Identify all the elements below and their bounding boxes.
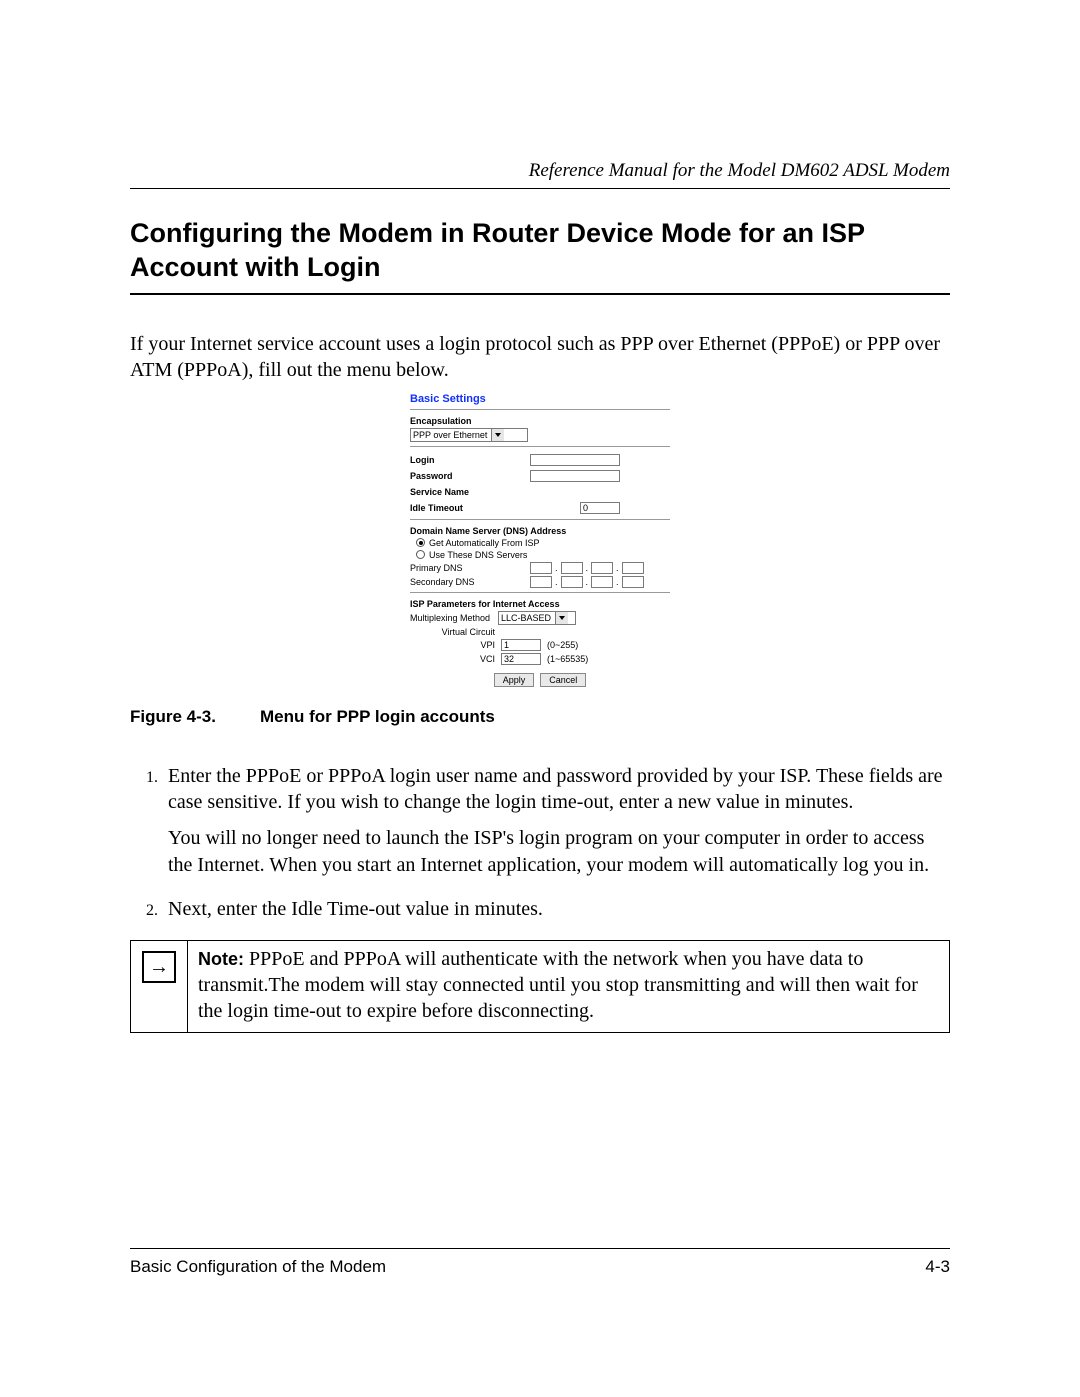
- vpi-input[interactable]: 1: [501, 639, 541, 651]
- mux-label: Multiplexing Method: [410, 613, 498, 623]
- password-input[interactable]: [530, 470, 620, 482]
- note-box: → Note: PPPoE and PPPoA will authenticat…: [130, 940, 950, 1033]
- login-label: Login: [410, 455, 530, 465]
- figure-title: Menu for PPP login accounts: [260, 707, 495, 726]
- note-icon-cell: →: [131, 941, 188, 1032]
- divider: [410, 519, 670, 520]
- password-label: Password: [410, 471, 530, 481]
- idle-timeout-label: Idle Timeout: [410, 503, 530, 513]
- secondary-dns-input[interactable]: . . .: [530, 576, 644, 588]
- section-heading: Configuring the Modem in Router Device M…: [130, 217, 950, 285]
- step-2-text: Next, enter the Idle Time-out value in m…: [168, 898, 543, 920]
- note-text: Note: PPPoE and PPPoA will authenticate …: [188, 941, 949, 1032]
- note-label: Note:: [198, 949, 244, 969]
- encapsulation-label: Encapsulation: [410, 416, 670, 426]
- step-1-text-b: You will no longer need to launch the IS…: [168, 825, 950, 878]
- section-rule: [130, 293, 950, 295]
- isp-params-heading: ISP Parameters for Internet Access: [410, 599, 670, 609]
- chevron-down-icon: [491, 429, 504, 441]
- mux-value: LLC-BASED: [501, 613, 551, 623]
- encapsulation-value: PPP over Ethernet: [413, 430, 487, 440]
- divider: [410, 592, 670, 593]
- arrow-right-icon: →: [142, 951, 176, 983]
- divider: [410, 446, 670, 447]
- secondary-dns-label: Secondary DNS: [410, 577, 530, 587]
- footer-rule: [130, 1248, 950, 1249]
- dns-auto-option[interactable]: Get Automatically From ISP: [416, 538, 670, 548]
- login-input[interactable]: [530, 454, 620, 466]
- service-name-label: Service Name: [410, 487, 530, 497]
- encapsulation-select[interactable]: PPP over Ethernet: [410, 428, 528, 442]
- virtual-circuit-label: Virtual Circuit: [410, 627, 501, 637]
- divider: [410, 409, 670, 410]
- header-rule: [130, 188, 950, 189]
- dns-heading: Domain Name Server (DNS) Address: [410, 526, 670, 536]
- running-head: Reference Manual for the Model DM602 ADS…: [130, 160, 950, 182]
- vpi-hint: (0~255): [547, 640, 578, 650]
- radio-icon: [416, 538, 425, 547]
- step-1-text-a: Enter the PPPoE or PPPoA login user name…: [168, 765, 943, 813]
- cancel-button[interactable]: Cancel: [540, 673, 586, 687]
- dns-auto-label: Get Automatically From ISP: [429, 538, 540, 548]
- intro-paragraph: If your Internet service account uses a …: [130, 331, 950, 383]
- step-2: Next, enter the Idle Time-out value in m…: [162, 896, 950, 922]
- primary-dns-label: Primary DNS: [410, 563, 530, 573]
- figure-caption: Figure 4-3. Menu for PPP login accounts: [130, 707, 950, 727]
- idle-timeout-input[interactable]: 0: [580, 502, 620, 514]
- dns-manual-option[interactable]: Use These DNS Servers: [416, 550, 670, 560]
- steps-list: Enter the PPPoE or PPPoA login user name…: [130, 763, 950, 923]
- vci-hint: (1~65535): [547, 654, 588, 664]
- vci-label: VCI: [410, 654, 501, 664]
- chevron-down-icon: [555, 612, 568, 624]
- dns-manual-label: Use These DNS Servers: [429, 550, 527, 560]
- footer-left: Basic Configuration of the Modem: [130, 1257, 386, 1277]
- page-footer: Basic Configuration of the Modem 4-3: [130, 1248, 950, 1277]
- vpi-label: VPI: [410, 640, 501, 650]
- apply-button[interactable]: Apply: [494, 673, 535, 687]
- footer-right: 4-3: [925, 1257, 950, 1277]
- figure-number: Figure 4-3.: [130, 707, 216, 726]
- settings-title: Basic Settings: [410, 393, 670, 405]
- primary-dns-input[interactable]: . . .: [530, 562, 644, 574]
- step-1: Enter the PPPoE or PPPoA login user name…: [162, 763, 950, 879]
- mux-select[interactable]: LLC-BASED: [498, 611, 576, 625]
- radio-icon: [416, 550, 425, 559]
- manual-page: Reference Manual for the Model DM602 ADS…: [0, 0, 1080, 1397]
- basic-settings-figure: Basic Settings Encapsulation PPP over Et…: [410, 393, 670, 687]
- vci-input[interactable]: 32: [501, 653, 541, 665]
- note-body: PPPoE and PPPoA will authenticate with t…: [198, 948, 918, 1021]
